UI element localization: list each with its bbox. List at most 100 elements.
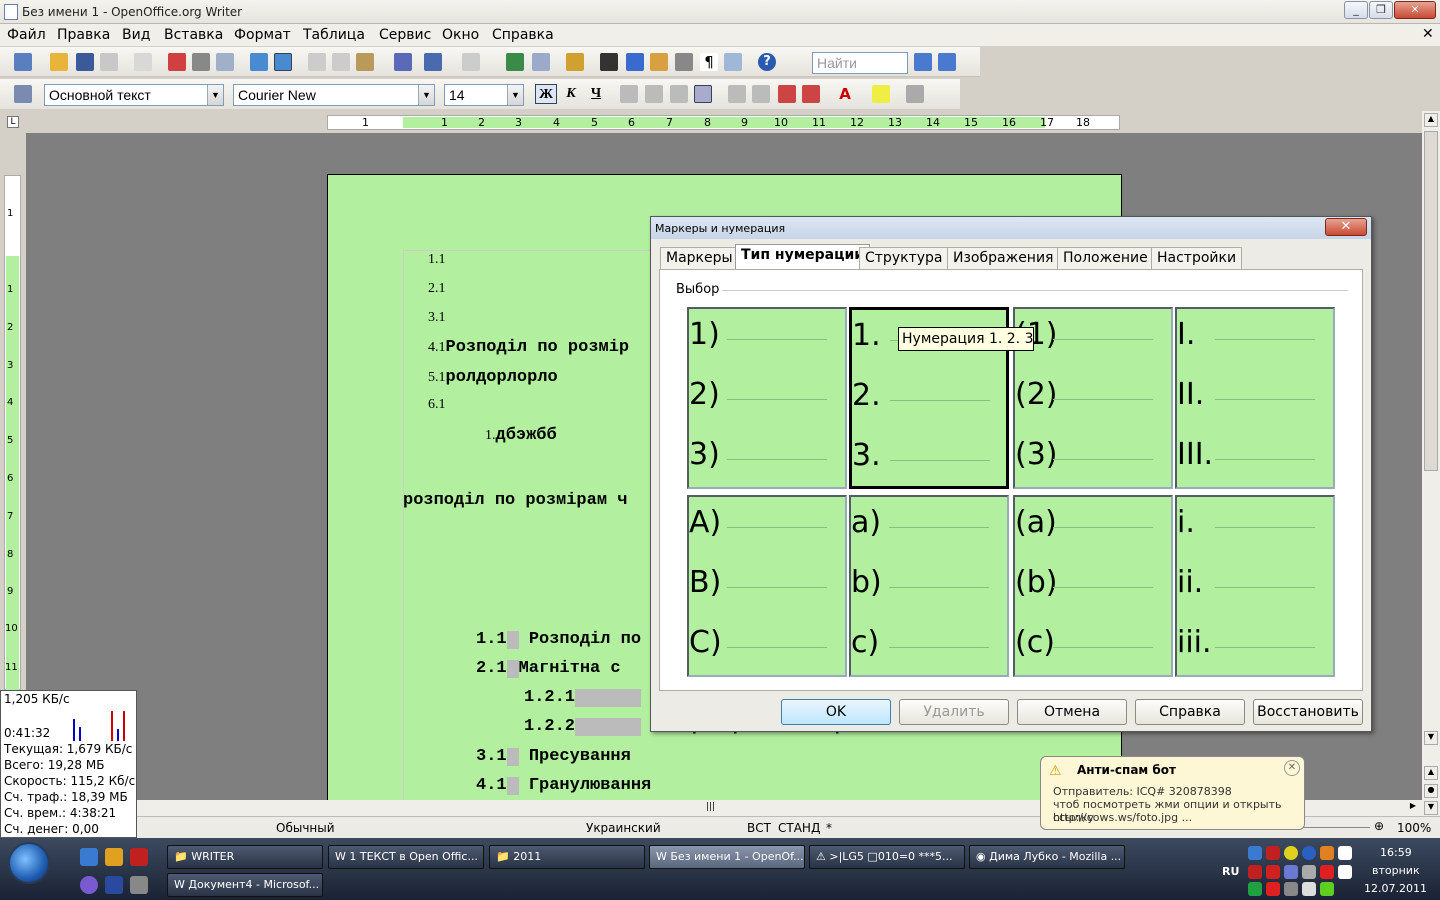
align-center-icon[interactable] xyxy=(645,85,663,103)
quicklaunch-app-icon[interactable] xyxy=(130,848,148,866)
numbering-option-8[interactable]: i. ii. iii. xyxy=(1175,495,1335,677)
quicklaunch-app-icon[interactable] xyxy=(105,848,123,866)
numbering-option-6[interactable]: a) b) c) xyxy=(849,495,1009,677)
menu-table[interactable]: Таблица xyxy=(303,27,365,43)
menu-window[interactable]: Окно xyxy=(442,27,479,43)
menu-edit[interactable]: Правка xyxy=(57,27,110,43)
tab-outline[interactable]: Структура xyxy=(859,247,949,269)
edit-file-icon[interactable] xyxy=(134,53,152,71)
underline-button[interactable]: Ч xyxy=(585,84,607,104)
tab-stop-icon[interactable]: L xyxy=(7,116,19,128)
task-writer-folder[interactable]: 📁 WRITER xyxy=(167,845,323,869)
numbering-option-5[interactable]: A) B) C) xyxy=(687,495,847,677)
next-page-icon[interactable]: ▼ xyxy=(1424,801,1438,815)
menu-file[interactable]: Файл xyxy=(7,27,46,43)
zoom-slider[interactable] xyxy=(1300,827,1370,828)
redo-icon[interactable] xyxy=(462,53,480,71)
pilcrow-icon[interactable]: ¶ xyxy=(700,53,718,71)
popup-close-icon[interactable]: ✕ xyxy=(1284,760,1300,776)
close-doc-icon[interactable]: ✕ xyxy=(1422,26,1434,42)
numbering-icon[interactable] xyxy=(728,85,746,103)
tray-icon[interactable] xyxy=(1266,882,1280,896)
minimize-button[interactable]: _ xyxy=(1344,1,1368,19)
ok-button[interactable]: OK xyxy=(781,699,891,725)
copy-icon[interactable] xyxy=(332,53,350,71)
hyperlink-icon[interactable] xyxy=(506,53,524,71)
tray-icon[interactable] xyxy=(1266,865,1280,879)
styles-icon[interactable] xyxy=(14,85,32,103)
tray-icon[interactable] xyxy=(1320,865,1334,879)
find-prev-icon[interactable] xyxy=(938,53,956,71)
tab-settings[interactable]: Настройки xyxy=(1151,247,1243,269)
task-word-doc4[interactable]: W Документ4 - Microsof... xyxy=(167,873,323,897)
help-button[interactable]: Справка xyxy=(1135,699,1245,725)
find-input[interactable]: Найти xyxy=(812,52,908,74)
help-icon[interactable]: ? xyxy=(758,53,776,71)
decrease-indent-icon[interactable] xyxy=(778,85,796,103)
status-insert-mode[interactable]: ВСТ xyxy=(747,821,771,835)
start-button[interactable] xyxy=(8,842,50,884)
menu-insert[interactable]: Вставка xyxy=(164,27,223,43)
font-select[interactable]: Courier New ▼ xyxy=(233,84,435,106)
tab-numbering-type[interactable]: Тип нумерации xyxy=(735,244,871,270)
vertical-scrollbar[interactable]: ▲ ▼ ▲ ● ▼ xyxy=(1422,111,1440,816)
prev-page-icon[interactable]: ▲ xyxy=(1424,766,1438,780)
menu-view[interactable]: Вид xyxy=(122,27,150,43)
tray-icon[interactable] xyxy=(1248,865,1262,879)
zoom-icon[interactable] xyxy=(724,53,742,71)
undo-icon[interactable] xyxy=(424,53,442,71)
bullets-icon[interactable] xyxy=(752,85,770,103)
task-oo-text[interactable]: W 1 ТЕКСТ в Open Offic... xyxy=(328,845,484,869)
justify-icon[interactable] xyxy=(694,85,712,103)
bold-button[interactable]: Ж xyxy=(535,84,557,104)
task-firefox[interactable]: ◉ Дима Лубко - Mozilla ... xyxy=(969,845,1125,869)
pdf-icon[interactable] xyxy=(168,53,186,71)
reset-button[interactable]: Восстановить xyxy=(1253,699,1363,725)
language-indicator[interactable]: RU xyxy=(1222,865,1239,878)
table-icon[interactable] xyxy=(532,53,550,71)
find-replace-icon[interactable] xyxy=(600,53,618,71)
scroll-down-icon[interactable]: ▼ xyxy=(1424,731,1438,745)
tray-icon[interactable] xyxy=(1248,846,1262,860)
clock-time[interactable]: 16:59 xyxy=(1380,846,1412,859)
increase-indent-icon[interactable] xyxy=(802,85,820,103)
dialog-close-button[interactable]: ✕ xyxy=(1325,218,1367,236)
task-app[interactable]: ⚠ >|LG5 □010=0 ***5... xyxy=(809,845,965,869)
tray-icon[interactable] xyxy=(1338,865,1352,879)
quicklaunch-app-icon[interactable] xyxy=(130,876,148,894)
horizontal-ruler[interactable]: 1 1 2 3 4 5 6 7 8 9 10 11 12 13 14 15 16… xyxy=(327,115,1120,130)
scroll-up-icon[interactable]: ▲ xyxy=(1424,113,1438,127)
menu-tools[interactable]: Сервис xyxy=(379,27,431,43)
gallery-icon[interactable] xyxy=(650,53,668,71)
menu-format[interactable]: Формат xyxy=(234,27,291,43)
tray-icon[interactable] xyxy=(1266,846,1280,860)
align-left-icon[interactable] xyxy=(620,85,638,103)
tray-icon[interactable] xyxy=(1284,865,1298,879)
save-icon[interactable] xyxy=(76,53,94,71)
vertical-ruler[interactable]: 1 1 2 3 4 5 6 7 8 9 10 11 xyxy=(4,175,21,691)
highlight-icon[interactable] xyxy=(872,85,890,103)
status-selection-mode[interactable]: СТАНД xyxy=(778,821,820,835)
email-icon[interactable] xyxy=(100,53,118,71)
autospell-icon[interactable] xyxy=(274,53,292,71)
task-2011-folder[interactable]: 📁 2011 xyxy=(489,845,645,869)
tray-icon[interactable] xyxy=(1320,882,1334,896)
maximize-button[interactable]: ❐ xyxy=(1369,1,1393,19)
task-writer-untitled[interactable]: W Без имени 1 - OpenOf... xyxy=(649,845,805,869)
delete-button[interactable]: Удалить xyxy=(899,699,1009,725)
new-icon[interactable] xyxy=(14,53,32,71)
size-select[interactable]: 14 ▼ xyxy=(444,84,524,106)
print-icon[interactable] xyxy=(192,53,210,71)
tray-icon[interactable] xyxy=(1248,882,1262,896)
navigation-icon[interactable]: ● xyxy=(1424,784,1438,798)
tray-icq-icon[interactable] xyxy=(1284,846,1298,860)
tab-bullets[interactable]: Маркеры xyxy=(660,247,739,269)
paste-icon[interactable] xyxy=(356,53,374,71)
background-color-icon[interactable] xyxy=(906,85,924,103)
scroll-right-icon[interactable]: ▶ xyxy=(1406,801,1420,815)
close-button[interactable]: ✕ xyxy=(1394,1,1436,19)
italic-button[interactable]: К xyxy=(560,84,582,104)
tray-icon[interactable] xyxy=(1338,846,1352,860)
cancel-button[interactable]: Отмена xyxy=(1017,699,1127,725)
font-color-icon[interactable]: A xyxy=(836,85,854,103)
